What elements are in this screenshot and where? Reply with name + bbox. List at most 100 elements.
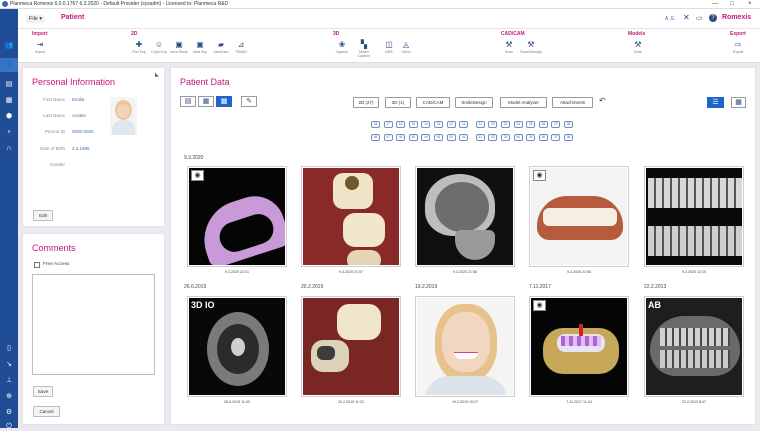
tooth-button[interactable]: 12 (446, 121, 456, 128)
export-button[interactable]: ⇨ Export (727, 40, 749, 54)
pan-exp-button[interactable]: ✚ Pan Exp (128, 40, 150, 54)
bookmark-icon[interactable]: ▯ (4, 345, 14, 353)
scan-design-button[interactable]: ⚒ Scan&Design (520, 40, 542, 54)
tooth-button[interactable]: 35 (526, 134, 536, 141)
minimize-button[interactable]: — (712, 0, 718, 9)
tooth-button[interactable]: 26 (538, 121, 548, 128)
tooth-button[interactable]: 34 (513, 134, 523, 141)
undo-icon[interactable]: ↶ (599, 96, 606, 105)
tooth-button[interactable]: 14 (421, 121, 431, 128)
twain-button[interactable]: ⊿ TWAIN (230, 40, 252, 54)
free-access-checkbox[interactable] (34, 262, 40, 268)
help-icon[interactable]: ? (709, 14, 717, 22)
image-thumbnail[interactable]: ◉ 9.3.2020 21:55 (529, 166, 629, 274)
tooth-button[interactable]: 32 (488, 134, 498, 141)
image-thumbnail[interactable]: ◉ 9.3.2020 22:01 (187, 166, 287, 274)
tooth-button[interactable]: 15 (408, 121, 418, 128)
maximize-button[interactable]: □ (730, 0, 734, 9)
capture-button[interactable]: ❀ Capture (331, 40, 353, 54)
tools-icon[interactable]: ✕ (683, 13, 690, 22)
tooth-button[interactable]: 43 (434, 134, 443, 141)
filter-2d-button[interactable]: 2D (27) (353, 97, 379, 108)
intracam-button[interactable]: ▰ IntraCam (210, 40, 232, 54)
expand-corner-icon[interactable]: ◣ (155, 72, 159, 78)
image-thumbnail[interactable]: AB 22.2.2013 8:47 (644, 296, 744, 404)
ceph-exp-button[interactable]: ☺ Ceph Exp (148, 40, 170, 54)
intra-exp-button[interactable]: ▣ Intra Exp (189, 40, 211, 54)
tooth-button[interactable]: 23 (501, 121, 510, 128)
filter-smiledesign-button[interactable]: SmileDesign (455, 97, 493, 108)
tooth-button[interactable]: 38 (564, 134, 573, 141)
tooth-button[interactable]: 28 (564, 121, 573, 128)
comments-textarea[interactable] (32, 274, 155, 375)
cancel-button[interactable]: Cancel (33, 406, 60, 417)
image-thumbnail[interactable]: 9.3.2020 21:56 (415, 166, 515, 274)
export-icon: ⇨ (734, 40, 742, 49)
grid-view-button[interactable]: ▦ (198, 96, 214, 107)
patient-icon[interactable]: 👤 (4, 61, 14, 69)
cube-icon[interactable]: ⬢ (4, 113, 14, 121)
filter-attachments-button[interactable]: Attachments (552, 97, 593, 108)
save-button[interactable]: Save (33, 386, 53, 397)
settings-icon[interactable]: ⚙ (4, 409, 14, 417)
tooth-button[interactable]: 45 (408, 134, 418, 141)
tooth-button[interactable]: 24 (513, 121, 523, 128)
tools-button[interactable]: ✎ (241, 96, 257, 107)
ortho-button[interactable]: ◬ Ortho (395, 40, 417, 54)
image-caption: 9.3.2020 12:15 (682, 270, 706, 274)
close-button[interactable]: × (748, 0, 752, 9)
import-button[interactable]: ⇥ Import (29, 40, 51, 54)
image-thumbnail[interactable]: 9.3.2020 21:57 (301, 166, 401, 274)
tooth-button[interactable]: 22 (488, 121, 498, 128)
tooth-button[interactable]: 16 (396, 121, 406, 128)
network-icon[interactable]: ⊕ (4, 393, 14, 401)
pointer-icon[interactable]: ↘ (4, 361, 14, 369)
tooth-button[interactable]: 46 (396, 134, 406, 141)
image-thumbnail[interactable]: 3D IO 26.6.2019 11:03 (187, 296, 287, 404)
window-titlebar: Planmeca Romexis 6.0.0.1767 6.3.2020 - D… (0, 0, 760, 9)
logout-icon[interactable]: ⏻ (4, 423, 14, 431)
filter-3d-button[interactable]: 3D (1) (385, 97, 411, 108)
image-icon[interactable]: ▤ (4, 81, 14, 89)
tooth-button[interactable]: 37 (551, 134, 561, 141)
tooth-button[interactable]: 31 (475, 134, 485, 141)
tooth-button[interactable]: 48 (371, 134, 380, 141)
tooth-button[interactable]: 18 (371, 121, 380, 128)
chat-icon[interactable]: ▭ (696, 14, 703, 22)
tooth-button[interactable]: 27 (551, 121, 561, 128)
edit-button[interactable]: Edit (33, 210, 53, 221)
intra-study-button[interactable]: ▣ Intra Study (168, 40, 190, 54)
tooth-button[interactable]: 42 (446, 134, 456, 141)
brand-label: Romexis (722, 14, 752, 21)
patients-icon[interactable]: 👥 (4, 42, 14, 50)
calendar-view-button[interactable]: ▦ (731, 97, 746, 108)
list-view-button[interactable]: ▤ (180, 96, 196, 107)
models-scan-button[interactable]: ⚒ Scan (627, 40, 649, 54)
tree-icon[interactable]: ⊥ (4, 377, 14, 385)
tooth-button[interactable]: 11 (459, 121, 469, 128)
tooth-button[interactable]: 25 (526, 121, 536, 128)
image-thumbnail[interactable]: 9.3.2020 12:15 (644, 166, 744, 274)
tooth-icon[interactable]: ♆ (4, 129, 14, 137)
tooth-button[interactable]: 36 (538, 134, 548, 141)
tooth-button[interactable]: 17 (383, 121, 393, 128)
image-thumbnail[interactable]: 19.2.2019 10:27 (415, 296, 515, 404)
tile-view-button[interactable]: ▩ (216, 96, 232, 107)
tooth-button[interactable]: 47 (383, 134, 393, 141)
scan-button[interactable]: ⚒ Scan (498, 40, 520, 54)
filter-cadcam-button[interactable]: CAD/CAM (416, 97, 450, 108)
file-menu[interactable]: File ▾ (26, 15, 46, 23)
tooth-button[interactable]: 21 (475, 121, 485, 128)
tooth-button[interactable]: 41 (459, 134, 469, 141)
tooth-button[interactable]: 44 (421, 134, 431, 141)
model-capture-button[interactable]: ▚ Model Capture (353, 40, 375, 58)
user-initials[interactable]: A. E. (665, 16, 676, 22)
filter-model-analyser-button[interactable]: Model Analyser (500, 97, 547, 108)
arch-icon[interactable]: ∩ (4, 145, 14, 153)
tooth-button[interactable]: 13 (434, 121, 443, 128)
image-thumbnail[interactable]: 20.2.2019 11:22 (301, 296, 401, 404)
image-thumbnail[interactable]: ◉ 7.11.2017 11:44 (529, 296, 629, 404)
tooth-button[interactable]: 33 (501, 134, 510, 141)
layers-icon[interactable]: ▦ (4, 97, 14, 105)
compact-list-button[interactable]: ☰ (707, 97, 724, 108)
